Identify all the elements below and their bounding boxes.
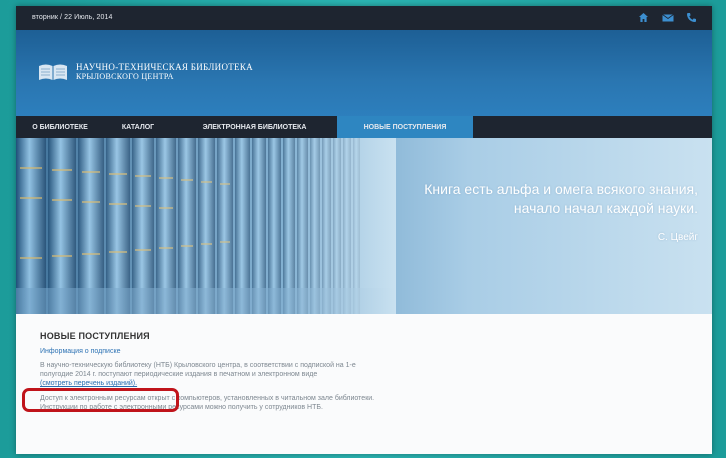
nav-item-about[interactable]: О БИБЛИОТЕКЕ: [16, 116, 104, 138]
current-date: вторник / 22 Июль, 2014: [32, 14, 113, 21]
home-icon[interactable]: [637, 11, 650, 24]
intro-paragraph: В научно-техническую библиотеку (НТБ) Кр…: [40, 361, 600, 388]
mail-icon[interactable]: [661, 11, 674, 24]
bookshelf-image: [16, 138, 396, 314]
top-bar: вторник / 22 Июль, 2014: [16, 6, 712, 30]
logo-text: НАУЧНО-ТЕХНИЧЕСКАЯ БИБЛИОТЕКА КРЫЛОВСКОГ…: [76, 62, 253, 82]
hero-banner: Книга есть альфа и омега всякого знания,…: [16, 138, 712, 314]
site-header: НАУЧНО-ТЕХНИЧЕСКАЯ БИБЛИОТЕКА КРЫЛОВСКОГ…: [16, 30, 712, 116]
highlight-annotation: [22, 388, 179, 412]
quote-line-1: Книга есть альфа и омега всякого знания,: [424, 181, 698, 197]
site-logo[interactable]: НАУЧНО-ТЕХНИЧЕСКАЯ БИБЛИОТЕКА КРЫЛОВСКОГ…: [38, 63, 253, 81]
subscription-info-link[interactable]: Информация о подписке: [40, 348, 600, 355]
phone-icon[interactable]: [685, 11, 698, 24]
intro-line-2: полугодие 2014 г. поступают периодически…: [40, 371, 318, 378]
intro-line-1: В научно-техническую библиотеку (НТБ) Кр…: [40, 362, 356, 369]
quote-author: С. Цвейг: [657, 232, 698, 243]
book-logo-icon: [39, 64, 67, 80]
hero-quote: Книга есть альфа и омега всякого знания,…: [424, 180, 698, 247]
view-publications-link[interactable]: (смотреть перечень изданий).: [40, 380, 137, 387]
top-icons: [637, 11, 698, 24]
page-title: НОВЫЕ ПОСТУПЛЕНИЯ: [40, 331, 150, 341]
logo-title: НАУЧНО-ТЕХНИЧЕСКАЯ БИБЛИОТЕКА: [76, 62, 253, 72]
nav-item-e-library[interactable]: ЭЛЕКТРОННАЯ БИБЛИОТЕКА: [172, 116, 337, 138]
nav-item-new-arrivals[interactable]: НОВЫЕ ПОСТУПЛЕНИЯ: [337, 116, 473, 138]
nav-item-catalog[interactable]: КАТАЛОГ: [104, 116, 172, 138]
main-nav: О БИБЛИОТЕКЕ КАТАЛОГ ЭЛЕКТРОННАЯ БИБЛИОТ…: [16, 116, 712, 138]
quote-line-2: начало начал каждой науки.: [513, 200, 698, 216]
logo-subtitle: КРЫЛОВСКОГО ЦЕНТРА: [76, 72, 174, 81]
browser-page: вторник / 22 Июль, 2014 НАУЧНО-ТЕХНИЧЕСК…: [16, 6, 712, 454]
